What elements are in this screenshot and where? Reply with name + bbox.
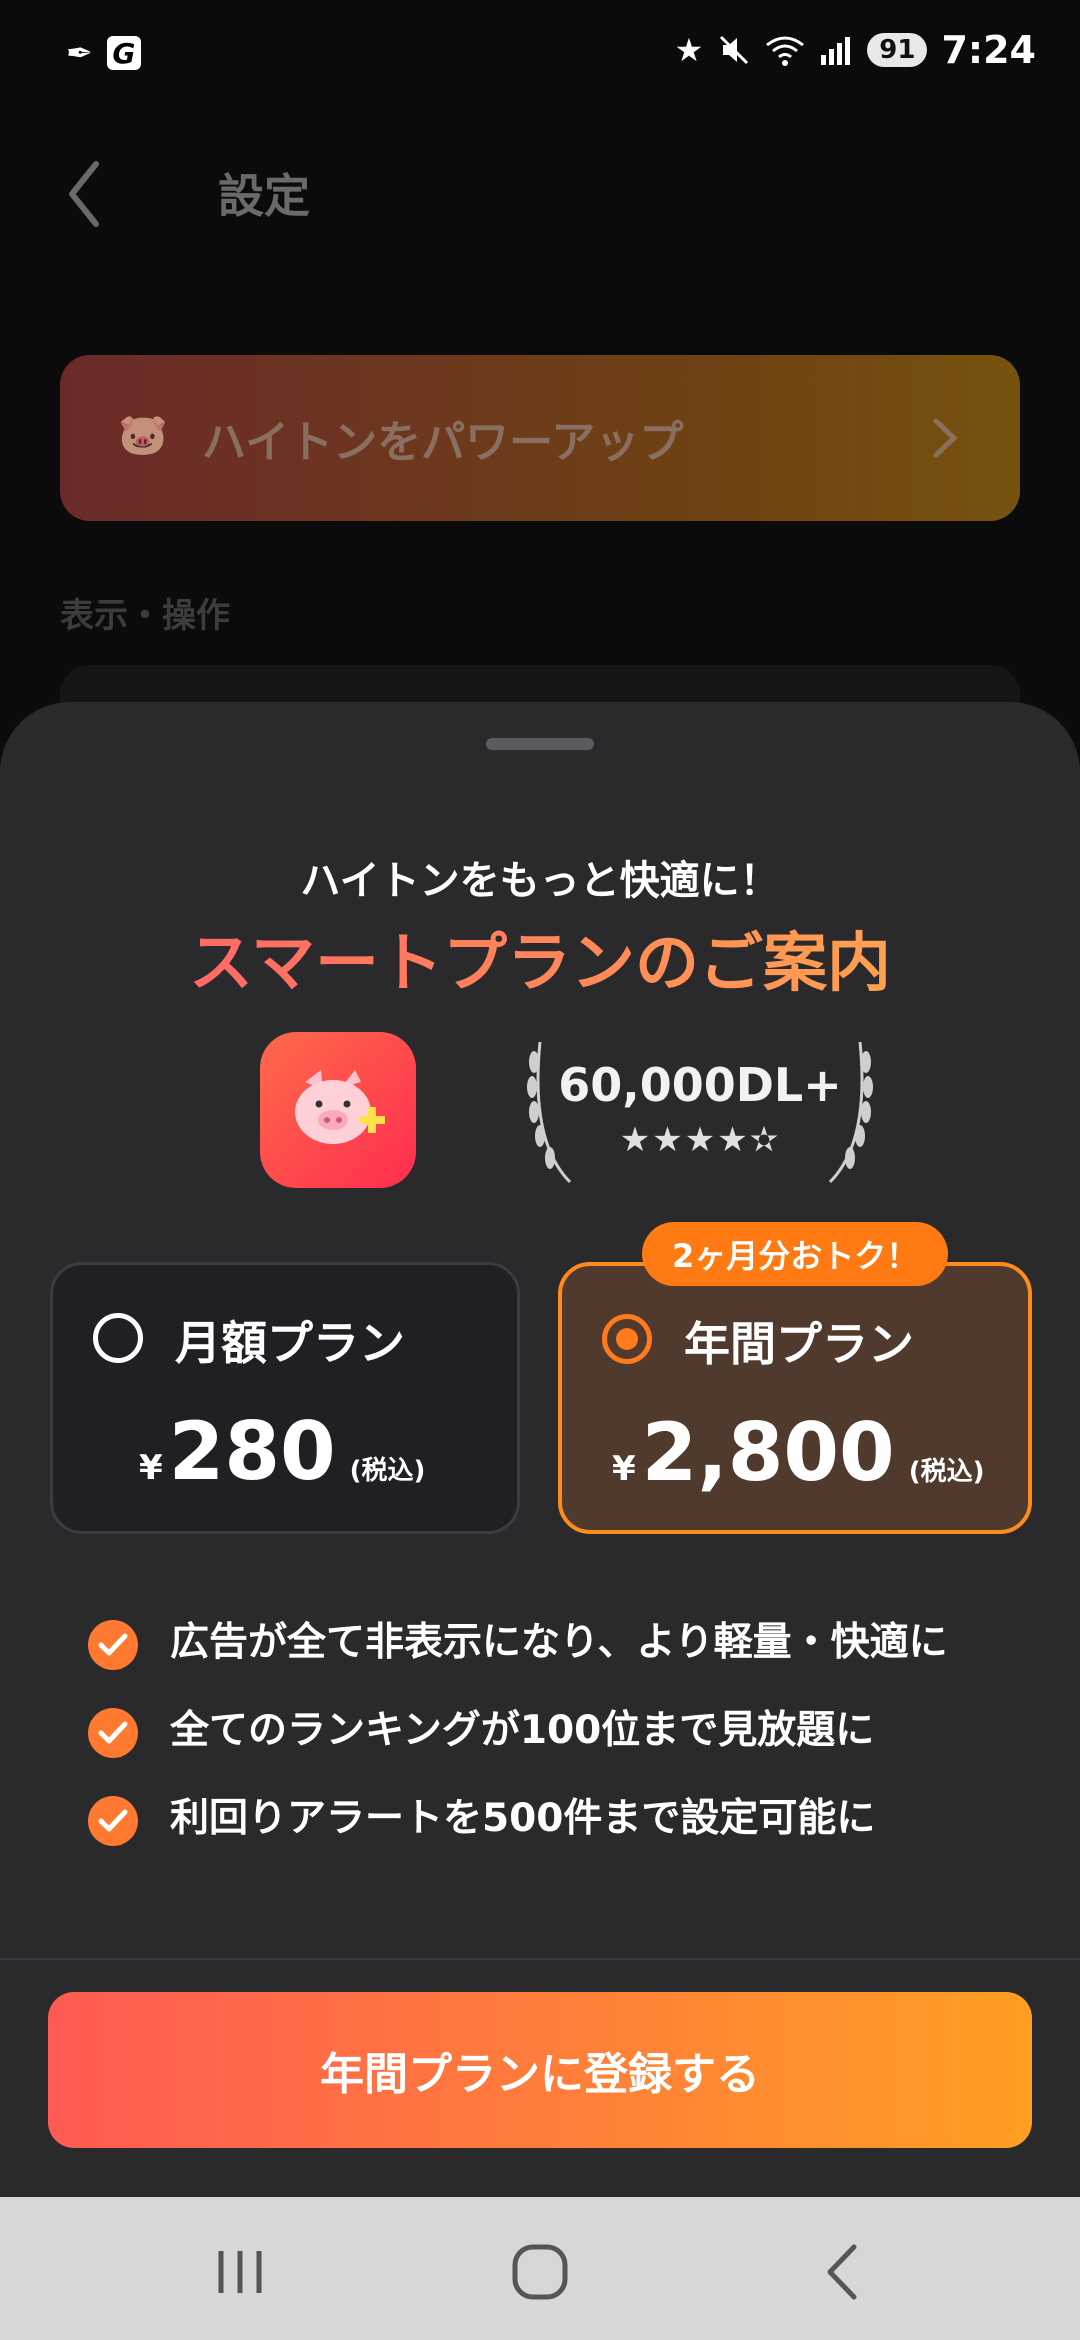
feature-text: 全てのランキングが100位まで見放題に	[170, 1708, 875, 1753]
subscribe-button[interactable]: 年間プランに登録する	[48, 1992, 1032, 2148]
sheet-subtitle: ハイトンをもっと快適に！	[300, 858, 780, 904]
powerup-label: ハイトンをパワーアップ	[202, 417, 684, 468]
section-label-display: 表示・操作	[60, 596, 230, 636]
feature-item: 広告が全て非表示になり、より軽量・快適に	[88, 1612, 1008, 1674]
laurel-left-icon	[527, 1041, 572, 1184]
back-arrow-icon[interactable]	[60, 154, 110, 234]
plan-monthly-name: 月額プラン	[175, 1316, 405, 1370]
check-icon	[88, 1620, 138, 1670]
status-right: ★ 91 7:24	[675, 28, 1036, 72]
radio-yearly[interactable]	[602, 1314, 652, 1364]
tax-label: (税込)	[908, 1457, 985, 1487]
plan-yearly-price: ¥ 2,800 (税込)	[612, 1406, 985, 1499]
sheet-title: スマートプランのご案内	[0, 912, 1080, 1004]
pig-plus-icon: 🐷	[118, 412, 168, 458]
sheet-drag-handle[interactable]	[486, 738, 594, 750]
check-icon	[88, 1708, 138, 1758]
feature-item: 利回りアラートを500件まで設定可能に	[88, 1788, 1008, 1850]
powerup-card[interactable]: 🐷 ハイトンをパワーアップ	[60, 355, 1020, 521]
radio-monthly[interactable]	[93, 1313, 143, 1363]
system-nav-bar	[0, 2197, 1080, 2340]
price-amount: 2,800	[641, 1406, 895, 1499]
feature-text: 広告が全て非表示になり、より軽量・快適に	[170, 1620, 948, 1665]
app-logo	[260, 1032, 416, 1188]
download-count: 60,000DL+	[558, 1058, 842, 1112]
plan-monthly-card[interactable]: 月額プラン ¥ 280 (税込)	[50, 1262, 520, 1534]
page-title: 設定	[218, 169, 310, 223]
back-nav-icon[interactable]	[808, 2237, 878, 2307]
mute-icon	[720, 35, 749, 65]
check-icon	[88, 1796, 138, 1846]
pig-icon	[295, 1070, 385, 1144]
g-app-icon: G	[106, 36, 141, 70]
feature-text: 利回りアラートを500件まで設定可能に	[170, 1796, 876, 1841]
price-amount: 280	[168, 1405, 336, 1498]
recent-apps-icon[interactable]	[205, 2237, 275, 2307]
plan-bottom-sheet: ハイトンをもっと快適に！ スマートプランのご案内 60,000DL+ ★★★★✫…	[0, 702, 1080, 2197]
rating-stars: ★★★★✫	[619, 1120, 781, 1160]
divider	[0, 1958, 1080, 1960]
feather-icon: ✒	[66, 34, 93, 72]
feature-item: 全てのランキングが100位まで見放題に	[88, 1700, 1008, 1762]
feature-list: 広告が全て非表示になり、より軽量・快適に 全てのランキングが100位まで見放題に…	[88, 1612, 1008, 1876]
status-bar: ✒ G ★ 91 7:24	[0, 0, 1080, 110]
tax-label: (税込)	[349, 1456, 426, 1486]
clock: 7:24	[941, 28, 1036, 72]
signal-icon	[821, 37, 851, 65]
download-badge: 60,000DL+ ★★★★✫	[520, 1032, 880, 1192]
chevron-right-icon	[933, 418, 958, 458]
plan-monthly-price: ¥ 280 (税込)	[139, 1405, 425, 1498]
star-icon: ★	[674, 31, 704, 69]
currency-symbol: ¥	[139, 1448, 163, 1488]
status-left: ✒ G	[66, 34, 141, 72]
home-icon[interactable]	[505, 2237, 575, 2307]
battery-indicator: 91	[867, 33, 928, 67]
laurel-right-icon	[828, 1041, 873, 1184]
plan-yearly-name: 年間プラン	[684, 1317, 914, 1371]
discount-badge: 2ヶ月分おトク！	[642, 1222, 949, 1286]
currency-symbol: ¥	[612, 1449, 636, 1489]
wifi-icon	[766, 36, 805, 66]
plan-yearly-card[interactable]: 年間プラン ¥ 2,800 (税込)	[558, 1262, 1032, 1534]
